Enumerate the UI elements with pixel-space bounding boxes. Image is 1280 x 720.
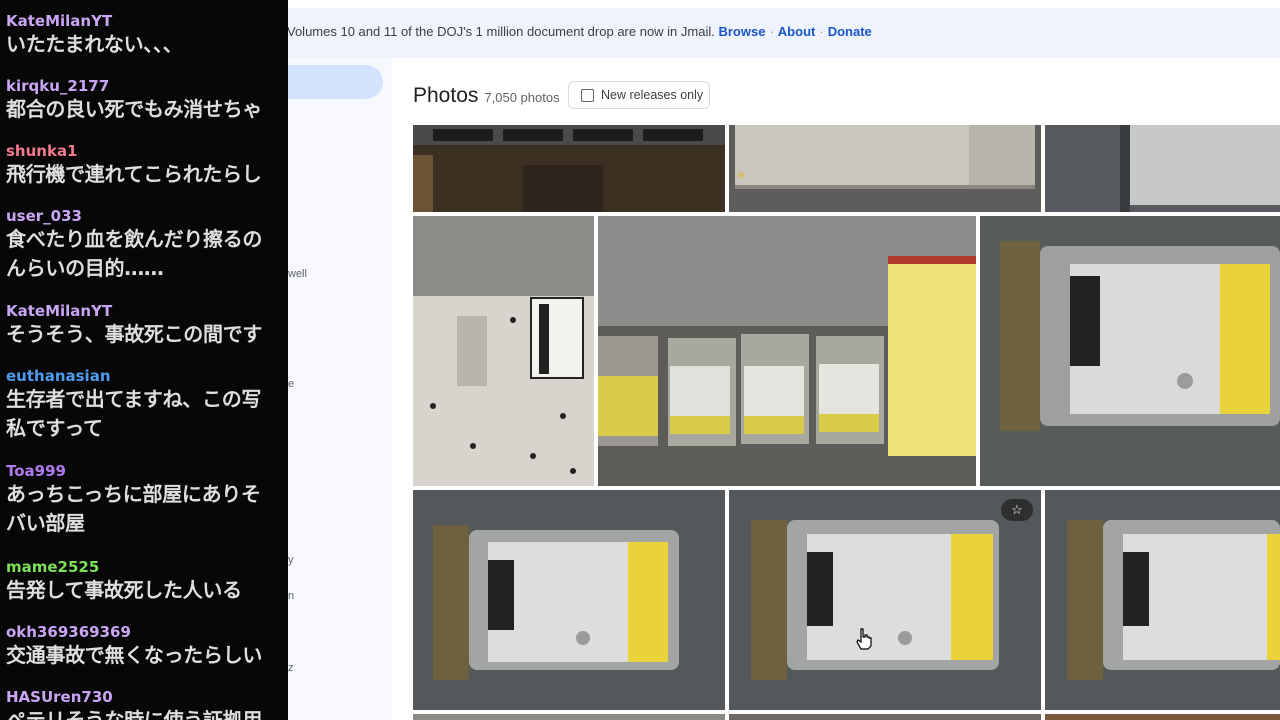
- chat-username: KateMilanYT: [6, 302, 113, 320]
- chat-message: shunka1 飛行機で連れてこられたらし: [6, 142, 288, 189]
- chat-username: KateMilanYT: [6, 12, 113, 30]
- photos-header: Photos 7,050 photos: [413, 84, 560, 108]
- chat-text: 交通事故で無くなったらしい: [6, 643, 263, 667]
- chat-username: euthanasian: [6, 367, 111, 385]
- chat-text: 都合の良い死でもみ消せちゃ: [6, 97, 263, 121]
- chat-message: user_033 食べたり血を飲んだり擦るの んらいの目的……: [6, 207, 288, 283]
- chat-message: euthanasian 生存者で出てますね、この写 私ですって: [6, 367, 288, 443]
- photo-thumbnail[interactable]: [980, 216, 1280, 486]
- live-chat-overlay: KateMilanYT いたたまれない、、、 kirqku_2177 都合の良い…: [0, 0, 288, 720]
- banner-separator: ·: [769, 24, 774, 39]
- new-releases-filter[interactable]: New releases only: [568, 81, 710, 109]
- browse-link[interactable]: Browse: [718, 24, 765, 39]
- chat-text: 飛行機で連れてこられたらし: [6, 162, 262, 186]
- sidebar-item-photos-active[interactable]: [288, 65, 383, 99]
- page-title: Photos: [413, 84, 479, 107]
- star-icon[interactable]: ☆: [1001, 499, 1033, 521]
- chat-username: mame2525: [6, 558, 100, 576]
- chat-text: ペテリそうな時に使う証拠用: [6, 708, 263, 720]
- chat-message: kirqku_2177 都合の良い死でもみ消せちゃ: [6, 77, 288, 124]
- hand-cursor-icon: [855, 628, 873, 655]
- chat-text: 食べたり血を飲んだり擦るの んらいの目的……: [6, 227, 263, 280]
- photo-thumbnail[interactable]: [1045, 714, 1280, 720]
- sidebar-item-label[interactable]: z: [288, 662, 294, 674]
- donate-link[interactable]: Donate: [828, 24, 872, 39]
- chat-message: Toa999 あっちこっちに部屋にありそ バい部屋: [6, 462, 288, 538]
- photo-thumbnail[interactable]: [729, 714, 1041, 720]
- photo-thumbnail[interactable]: [413, 714, 725, 720]
- photo-thumbnail[interactable]: [1045, 125, 1280, 212]
- photo-thumbnail[interactable]: [729, 125, 1041, 212]
- chat-text: 生存者で出てますね、この写 私ですって: [6, 387, 262, 440]
- chat-username: kirqku_2177: [6, 77, 110, 95]
- chat-message: mame2525 告発して事故死した人いる: [6, 558, 288, 605]
- about-link[interactable]: About: [778, 24, 816, 39]
- photo-thumbnail[interactable]: [413, 216, 594, 486]
- chat-text: 告発して事故死した人いる: [6, 578, 242, 602]
- sidebar-item-label[interactable]: e: [288, 378, 294, 390]
- photo-thumbnail[interactable]: [729, 490, 1041, 710]
- chat-message: KateMilanYT いたたまれない、、、: [6, 12, 288, 59]
- chat-username: shunka1: [6, 142, 78, 160]
- sidebar-item-label[interactable]: n: [288, 590, 294, 602]
- chat-username: HASUren730: [6, 688, 113, 706]
- checkbox-icon[interactable]: [581, 88, 594, 102]
- photo-count: 7,050 photos: [484, 90, 560, 105]
- chat-text: いたたまれない、、、: [6, 32, 183, 56]
- filter-label: New releases only: [601, 88, 704, 102]
- chat-text: あっちこっちに部屋にありそ バい部屋: [6, 482, 261, 535]
- chat-username: Toa999: [6, 462, 66, 480]
- photo-thumbnail[interactable]: [413, 125, 725, 212]
- banner-text: Volumes 10 and 11 of the DOJ's 1 million…: [287, 24, 715, 39]
- chat-username: okh369369369: [6, 623, 131, 641]
- photo-thumbnail[interactable]: [413, 490, 725, 710]
- chat-username: user_033: [6, 207, 82, 225]
- chat-message: HASUren730 ペテリそうな時に使う証拠用: [6, 688, 288, 720]
- photo-thumbnail[interactable]: [598, 216, 976, 486]
- banner-separator: ·: [819, 24, 824, 39]
- chat-message: KateMilanYT そうそう、事故死この間です: [6, 302, 288, 349]
- sidebar-item-label[interactable]: y: [288, 554, 294, 566]
- sidebar-item-label[interactable]: well: [288, 268, 307, 280]
- chat-text: そうそう、事故死この間です: [6, 322, 263, 346]
- photo-thumbnail[interactable]: [1045, 490, 1280, 710]
- chat-message: okh369369369 交通事故で無くなったらしい: [6, 623, 288, 670]
